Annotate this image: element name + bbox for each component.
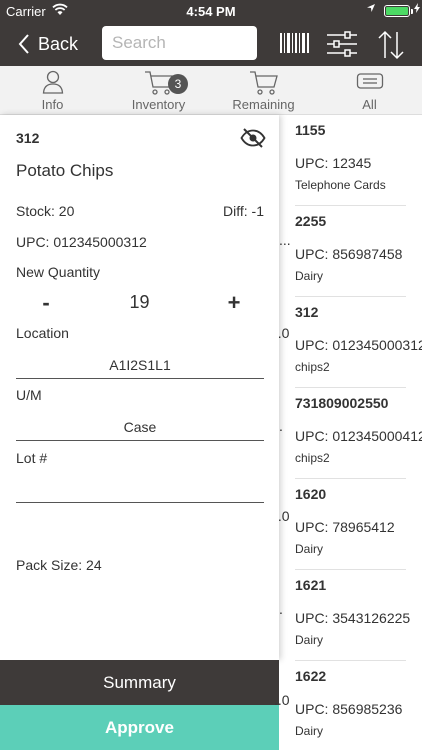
lot-label: Lot # [16,450,48,466]
approve-button[interactable]: Approve [0,705,279,750]
item-code: 1155 [295,122,326,138]
item-detail-panel: 312 Potato Chips Stock: 20 Diff: -1 UPC:… [0,115,279,660]
list-item[interactable]: 731809002550 UPC: 012345000412 chips2 [279,388,422,479]
peek-text: ... [279,232,291,248]
nav-bar: Back [0,22,422,66]
user-icon [42,70,64,97]
inventory-list[interactable]: 1155 UPC: 12345 Telephone Cards 2255 UPC… [279,115,422,750]
item-upc: UPC: 12345 [295,155,372,171]
tab-all-label: All [362,97,377,112]
item-category: Telephone Cards [295,178,386,192]
back-button[interactable]: Back [18,30,78,58]
item-category: Dairy [295,269,324,283]
item-name: Potato Chips [16,161,114,180]
item-upc: UPC: 012345000412 [295,428,422,444]
tab-remaining[interactable]: Remaining [211,66,316,115]
item-upc: UPC: 3543126225 [295,610,411,626]
filter-sliders-icon[interactable] [326,30,358,63]
item-category: Dairy [295,724,324,738]
tab-bar: Info 3 Inventory Remaining All [0,66,422,115]
summary-button[interactable]: Summary [0,660,279,705]
diff-label: Diff: -1 [223,203,264,219]
item-code: 731809002550 [295,395,389,411]
status-bar: Carrier 4:54 PM [0,0,422,22]
item-code: 2255 [295,213,327,229]
inventory-count-badge: 3 [168,74,188,94]
sort-arrows-icon[interactable] [376,30,406,65]
item-upc: UPC: 856985236 [295,701,403,717]
list-item[interactable]: 1620 UPC: 78965412 Dairy [279,479,422,570]
list-item[interactable]: 2255 UPC: 856987458 Dairy [279,206,422,297]
um-label: U/M [16,387,42,403]
tab-remaining-label: Remaining [232,97,295,112]
item-category: Dairy [295,633,324,647]
item-code: 1621 [295,577,327,593]
new-quantity-label: New Quantity [16,264,101,280]
item-upc: UPC: 856987458 [295,246,403,262]
peek-text: ..0 [274,692,290,708]
clock: 4:54 PM [186,4,236,19]
list-icon [356,70,384,95]
item-category: chips2 [295,451,330,465]
item-code: 1622 [295,668,327,684]
barcode-scan-icon[interactable] [279,30,311,61]
tab-info[interactable]: Info [0,66,105,115]
item-upc: UPC: 78965412 [295,519,395,535]
list-item[interactable]: 1155 UPC: 12345 Telephone Cards [279,115,422,206]
tab-info-label: Info [41,97,64,112]
list-item[interactable]: 1621 UPC: 3543126225 Dairy [279,570,422,661]
location-label: Location [16,325,69,341]
chevron-left-icon [18,34,29,54]
item-category: chips2 [295,360,330,374]
pack-size-label: Pack Size: 24 [16,557,102,573]
charging-bolt-icon [414,3,420,16]
stock-label: Stock: 20 [16,203,75,219]
lot-input[interactable] [16,475,264,503]
battery-icon [384,5,413,17]
peek-text: . [279,418,283,434]
cart-icon [249,70,279,99]
list-item[interactable]: 312 UPC: 012345000312 chips2 [279,297,422,388]
item-category: Dairy [295,542,324,556]
upc-label: UPC: 012345000312 [16,234,147,250]
item-code: 1620 [295,486,327,502]
location-arrow-icon [366,3,376,16]
list-item[interactable]: 1622 UPC: 856985236 Dairy [279,661,422,750]
item-upc: UPC: 012345000312 [295,337,422,353]
item-code: 312 [295,304,319,320]
peek-text: . [279,601,283,617]
tab-inventory-label: Inventory [131,97,186,112]
item-code: 312 [16,130,40,146]
eye-slash-icon[interactable] [240,127,266,154]
tab-all[interactable]: All [317,66,422,115]
tab-inventory[interactable]: 3 Inventory [106,66,211,115]
location-input[interactable] [16,351,264,379]
back-label: Back [38,33,79,54]
um-input[interactable] [16,413,264,441]
increment-button[interactable]: + [224,290,244,316]
search-input[interactable] [102,26,257,60]
